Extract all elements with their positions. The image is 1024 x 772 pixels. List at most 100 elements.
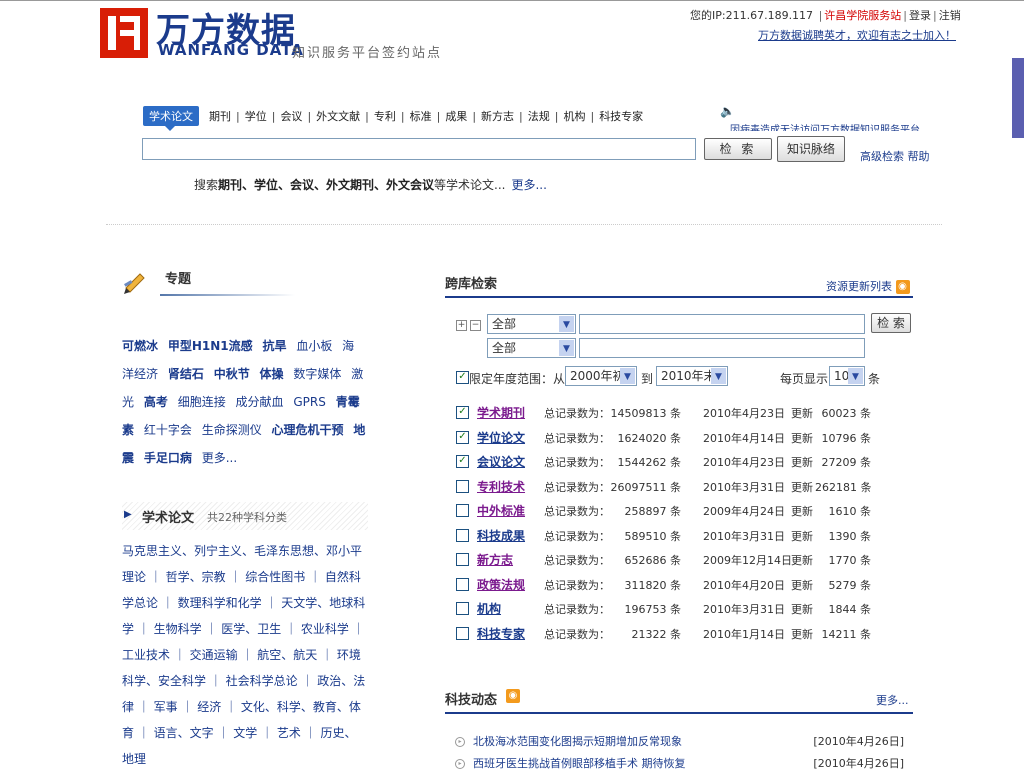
tab-8[interactable]: 新方志 — [479, 108, 516, 124]
login-link[interactable]: 登录 — [909, 9, 931, 22]
year-limit-checkbox[interactable]: ✓ — [456, 371, 469, 384]
tab-separator: | — [400, 109, 405, 123]
tab-6[interactable]: 标准 — [408, 108, 434, 124]
cross-search-input-2[interactable] — [579, 338, 865, 358]
knowledge-network-button[interactable]: 知识脉络 — [777, 136, 845, 162]
topic-link[interactable]: 细胞连接 — [178, 395, 226, 409]
tab-1[interactable]: 期刊 — [207, 108, 233, 124]
news-date: [2010年4月26日] — [813, 735, 904, 748]
advanced-search-link[interactable]: 高级检索 — [860, 150, 904, 163]
database-checkbox[interactable]: ✓ — [456, 406, 469, 419]
database-name-link[interactable]: 学术期刊 — [477, 404, 525, 421]
record-count: 258897 条 — [624, 505, 682, 518]
side-scroll-tab[interactable] — [1012, 58, 1024, 138]
recruit-link[interactable]: 万方数据诚聘英才，欢迎有志之士加入！ — [758, 27, 956, 43]
news-more-link[interactable]: 更多... — [876, 692, 909, 708]
year-from-select[interactable]: 2000年初 ▼ — [565, 366, 637, 386]
database-checkbox[interactable] — [456, 528, 469, 542]
notice-marquee[interactable]: 因病毒造成无法访问万方数据知识服务平台 — [730, 121, 930, 131]
tab-4[interactable]: 外文文献 — [314, 108, 362, 124]
database-name-link[interactable]: 会议论文 — [477, 453, 525, 470]
topic-link[interactable]: 中秋节 — [214, 367, 250, 381]
news-text[interactable]: 西班牙医生挑战首例眼部移植手术 期待恢复 — [473, 757, 686, 770]
cross-search-button[interactable]: 检 索 — [871, 313, 911, 333]
help-link[interactable]: 帮助 — [908, 150, 930, 163]
database-checkbox[interactable]: ✓ — [456, 430, 469, 444]
tab-0[interactable]: 学术论文 — [143, 106, 199, 131]
topic-link[interactable]: 红十字会 — [144, 423, 192, 437]
news-item[interactable]: ▸ 北极海冰范围变化图揭示短期增加反常现象 [2010年4月26日] — [455, 733, 910, 749]
database-name-link[interactable]: 专利技术 — [477, 478, 525, 495]
search-button[interactable]: 检 索 — [704, 138, 772, 160]
topic-link[interactable]: 生命探测仪 — [202, 423, 262, 437]
topic-link[interactable]: 心理危机干预 — [272, 423, 344, 437]
tab-separator: | — [271, 109, 276, 123]
news-date: [2010年4月26日] — [813, 757, 904, 770]
year-to-select[interactable]: 2010年末 ▼ — [656, 366, 728, 386]
tab-7[interactable]: 成果 — [443, 108, 469, 124]
database-checkbox[interactable] — [456, 602, 469, 615]
record-count: 26097511 条 — [610, 480, 682, 494]
database-checkbox[interactable] — [456, 553, 469, 566]
topic-link[interactable]: 体操 — [260, 367, 284, 381]
database-checkbox[interactable]: ✓ — [456, 455, 469, 468]
minus-icon[interactable]: − — [470, 320, 481, 331]
update-label: 更新 — [791, 407, 813, 420]
news-title: 科技动态 — [445, 693, 498, 708]
tab-10[interactable]: 机构 — [561, 108, 587, 124]
papers-title[interactable]: 学术论文 — [142, 507, 194, 526]
rss-icon[interactable]: ◉ — [895, 280, 910, 294]
database-name-link[interactable]: 新方志 — [477, 551, 513, 568]
record-count: 196753 条 — [624, 603, 682, 616]
topic-link[interactable]: 高考 — [144, 395, 168, 409]
wanfang-logo-icon[interactable] — [100, 8, 148, 58]
per-page-select[interactable]: 10 ▼ — [829, 366, 865, 386]
topic-link[interactable]: 手足口病 — [144, 451, 192, 465]
topic-link[interactable]: 肾结石 — [168, 367, 204, 381]
logout-link[interactable]: 注销 — [939, 9, 961, 22]
tab-3[interactable]: 会议 — [278, 108, 304, 124]
topic-link[interactable]: 更多... — [202, 451, 237, 465]
search-tabs: 学术论文 期刊 | 学位 | 会议 | 外文文献 | 专利 | 标准 | 成果 | 新方志 | 法规 | 机构 | 科技专… — [143, 106, 645, 131]
search-input[interactable] — [142, 138, 696, 160]
topic-link[interactable]: 数字媒体 — [293, 367, 341, 381]
database-checkbox[interactable] — [456, 626, 469, 640]
database-name-link[interactable]: 中外标准 — [477, 502, 525, 519]
news-item[interactable]: ▸ 西班牙医生挑战首例眼部移植手术 期待恢复 [2010年4月26日] — [455, 755, 910, 771]
tab-11[interactable]: 科技专家 — [597, 108, 645, 124]
database-name-link[interactable]: 科技专家 — [477, 625, 525, 642]
topic-link[interactable]: 血小板 — [296, 339, 332, 353]
database-row: 科技成果 总记录数为： 589510 条 2010年3月31日 更新 1390 条 — [455, 528, 915, 552]
rss-icon[interactable]: ◉ — [506, 689, 520, 703]
search-more-link[interactable]: 更多... — [511, 178, 546, 192]
update-count: 5279 条 — [828, 578, 872, 592]
tab-2[interactable]: 学位 — [243, 108, 269, 124]
tab-9[interactable]: 法规 — [526, 108, 552, 124]
topic-link[interactable]: 甲型H1N1流感 — [168, 339, 253, 353]
resource-update-link[interactable]: 资源更新列表 ◉ — [826, 278, 910, 294]
tab-5[interactable]: 专利 — [372, 108, 398, 124]
database-name-link[interactable]: 科技成果 — [477, 527, 525, 544]
site-name-link[interactable]: 许昌学院服务站 — [824, 9, 901, 22]
database-checkbox[interactable] — [456, 577, 469, 591]
database-name-link[interactable]: 学位论文 — [477, 429, 525, 446]
scope-select-1[interactable]: 全部 ▼ — [487, 314, 576, 334]
database-name-link[interactable]: 机构 — [477, 600, 501, 617]
subject-list[interactable]: 马克思主义、列宁主义、毛泽东思想、邓小平理论 ｜ 哲学、宗教 ｜ 综合性图书 ｜… — [122, 538, 366, 772]
cross-search-input-1[interactable] — [579, 314, 865, 334]
topic-link[interactable]: 抗旱 — [262, 339, 286, 353]
speaker-icon[interactable]: 🔈 — [720, 104, 735, 118]
database-checkbox[interactable] — [456, 479, 469, 493]
scope-select-2[interactable]: 全部 ▼ — [487, 338, 576, 358]
topic-link[interactable]: GPRS — [293, 395, 326, 409]
topic-link[interactable]: 成分献血 — [236, 395, 284, 409]
record-count: 311820 条 — [624, 578, 682, 592]
database-name-link[interactable]: 政策法规 — [477, 576, 525, 593]
database-checkbox[interactable] — [456, 504, 469, 517]
plus-icon[interactable]: + — [456, 320, 467, 331]
news-text[interactable]: 北极海冰范围变化图揭示短期增加反常现象 — [473, 735, 682, 748]
update-count: 1610 条 — [828, 505, 872, 518]
update-date: 2010年1月14日 — [703, 627, 785, 641]
topic-link[interactable]: 可燃冰 — [122, 339, 158, 353]
record-label: 总记录数为： — [544, 529, 610, 543]
